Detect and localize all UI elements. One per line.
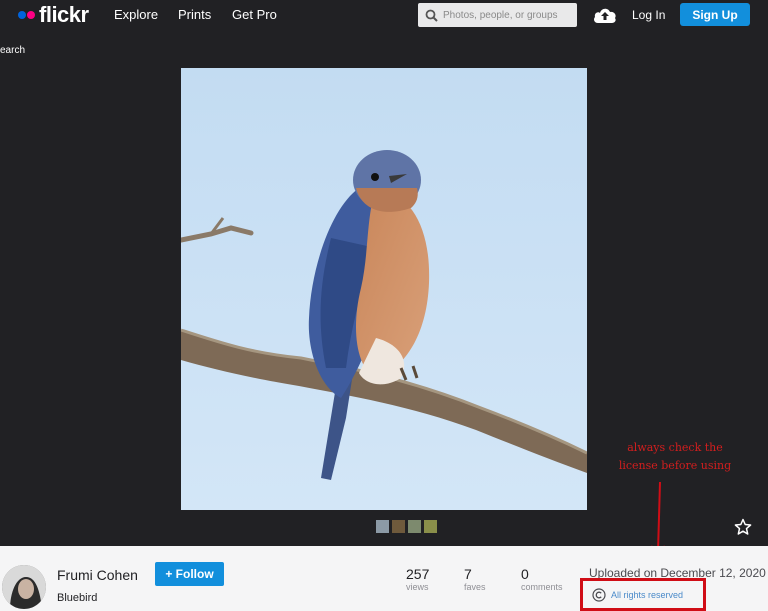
search-input[interactable] bbox=[443, 9, 568, 21]
license-link[interactable]: All rights reserved bbox=[611, 590, 683, 600]
search-icon bbox=[425, 9, 438, 22]
nav-get-pro[interactable]: Get Pro bbox=[232, 7, 277, 22]
views-count: 257 bbox=[406, 566, 430, 582]
flickr-logo[interactable]: flickr bbox=[18, 2, 89, 27]
views-stat: 257 views bbox=[406, 566, 429, 592]
nav-explore[interactable]: Explore bbox=[114, 7, 158, 22]
faves-stat: 7 faves bbox=[464, 566, 486, 592]
follow-button[interactable]: + Follow bbox=[155, 562, 224, 586]
faves-label: faves bbox=[464, 582, 486, 592]
favorite-star-icon[interactable] bbox=[734, 518, 752, 536]
logo-text: flickr bbox=[39, 2, 89, 27]
thumbnail-1[interactable] bbox=[376, 520, 389, 533]
thumbnail-2[interactable] bbox=[392, 520, 405, 533]
annotation-line-2: license before using bbox=[618, 459, 732, 472]
license-highlight-box[interactable]: All rights reserved bbox=[580, 578, 706, 611]
logo-blue-dot bbox=[18, 11, 26, 19]
avatar-image bbox=[2, 565, 46, 609]
owner-name[interactable]: Frumi Cohen bbox=[57, 567, 138, 583]
photo-title: Bluebird bbox=[57, 592, 98, 604]
comments-label: comments bbox=[521, 582, 563, 592]
comments-stat: 0 comments bbox=[521, 566, 563, 592]
bluebird-photo-image bbox=[181, 68, 587, 510]
photostream-thumbnails bbox=[376, 520, 437, 533]
thumbnail-4[interactable] bbox=[424, 520, 437, 533]
license-annotation: always check the license before using bbox=[600, 439, 750, 475]
photo-stage: earch always check the license before us… bbox=[0, 32, 768, 562]
login-link[interactable]: Log In bbox=[632, 8, 665, 22]
main-photo[interactable] bbox=[181, 68, 587, 510]
nav-prints[interactable]: Prints bbox=[178, 7, 211, 22]
faves-count: 7 bbox=[464, 566, 472, 582]
thumbnail-3[interactable] bbox=[408, 520, 421, 533]
top-nav: flickr Explore Prints Get Pro Log In Sig… bbox=[0, 0, 768, 32]
upload-cloud-icon[interactable] bbox=[593, 6, 617, 24]
comments-count: 0 bbox=[521, 566, 529, 582]
search-bar[interactable] bbox=[418, 3, 577, 27]
back-to-search-link[interactable]: earch bbox=[0, 45, 25, 56]
owner-avatar[interactable] bbox=[2, 565, 46, 609]
copyright-icon bbox=[592, 587, 606, 602]
photo-info-bar: Frumi Cohen + Follow Bluebird 257 views … bbox=[0, 546, 768, 611]
views-label: views bbox=[406, 582, 429, 592]
logo-pink-dot bbox=[27, 11, 35, 19]
annotation-line-1: always check the bbox=[627, 441, 723, 454]
signup-button[interactable]: Sign Up bbox=[680, 3, 750, 26]
